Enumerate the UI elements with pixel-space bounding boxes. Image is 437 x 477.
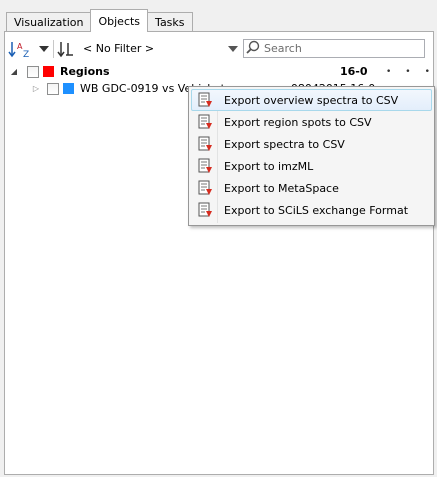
menu-item-export-spectra-csv[interactable]: Export spectra to CSV: [191, 133, 432, 155]
regions-date: 16-0: [340, 65, 368, 78]
filter-value: < No Filter >: [83, 42, 155, 55]
menu-item-label: Export to MetaSpace: [224, 181, 339, 195]
export-icon: [192, 114, 218, 130]
tab-visualization[interactable]: Visualization: [6, 12, 92, 32]
tab-bar: Visualization Objects Tasks: [6, 9, 193, 32]
sort-order-icon[interactable]: [57, 40, 75, 58]
search-box[interactable]: [243, 39, 425, 58]
menu-item-label: Export region spots to CSV: [224, 115, 372, 129]
tab-tasks[interactable]: Tasks: [147, 12, 193, 32]
chevron-right-icon[interactable]: ▷: [31, 84, 41, 93]
expand-icon[interactable]: ◢: [9, 67, 19, 76]
menu-item-export-imzml[interactable]: Export to imzML: [191, 155, 432, 177]
toolbar-separator: [53, 39, 54, 58]
export-icon: [192, 92, 218, 108]
column-dots: •••: [386, 66, 430, 77]
sort-alpha-icon: A Z: [8, 40, 36, 60]
regions-checkbox[interactable]: [27, 65, 39, 78]
menu-item-label: Export overview spectra to CSV: [224, 93, 399, 107]
menu-item-export-overview-spectra-csv[interactable]: Export overview spectra to CSV: [191, 89, 432, 111]
export-icon: [192, 180, 218, 196]
search-icon: [246, 40, 260, 57]
menu-item-label: Export spectra to CSV: [224, 137, 345, 151]
child-checkbox[interactable]: [47, 82, 59, 95]
menu-item-export-scils-exchange[interactable]: Export to SCiLS exchange Format: [191, 199, 432, 221]
search-input[interactable]: [264, 42, 414, 55]
menu-item-label: Export to SCiLS exchange Format: [224, 203, 409, 217]
menu-item-export-region-spots-csv[interactable]: Export region spots to CSV: [191, 111, 432, 133]
export-icon: [192, 158, 218, 174]
export-icon: [192, 136, 218, 152]
context-menu: Export overview spectra to CSV Export re…: [188, 86, 435, 226]
toolbar: A Z < No Filter >: [5, 37, 433, 60]
chevron-down-icon[interactable]: [39, 45, 49, 52]
region-color-swatch: [43, 66, 54, 77]
child-color-swatch: [63, 83, 74, 94]
sort-button[interactable]: A Z: [8, 39, 49, 60]
regions-label: Regions: [60, 65, 110, 78]
tab-objects[interactable]: Objects: [90, 9, 149, 32]
filter-select[interactable]: < No Filter >: [77, 39, 240, 58]
menu-item-export-metaspace[interactable]: Export to MetaSpace: [191, 177, 432, 199]
svg-text:Z: Z: [23, 50, 29, 58]
chevron-down-icon: [228, 45, 238, 52]
export-icon: [192, 202, 218, 218]
tree-row-regions[interactable]: ◢ Regions 16-0 •••: [5, 63, 433, 80]
menu-item-label: Export to imzML: [224, 159, 314, 173]
